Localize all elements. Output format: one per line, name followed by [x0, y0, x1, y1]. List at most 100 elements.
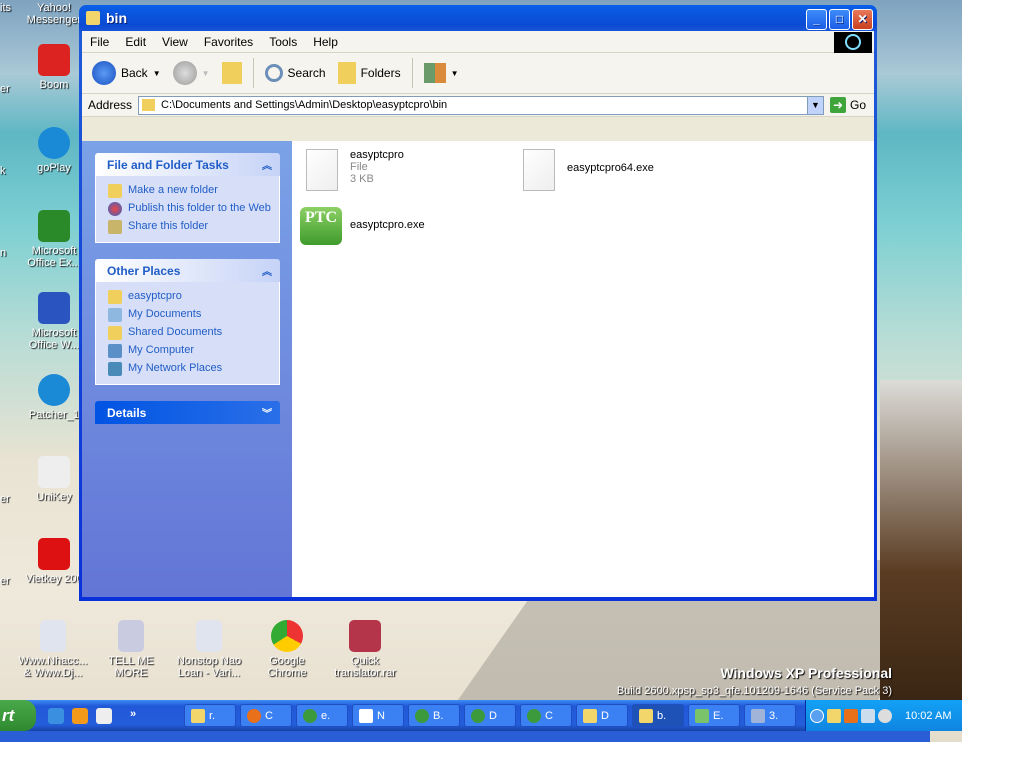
panel-header[interactable]: File and Folder Tasks ︽ [95, 153, 280, 176]
file-item[interactable]: PTC easyptcpro.exe [300, 207, 425, 245]
folders-label: Folders [360, 66, 401, 80]
views-icon [423, 63, 446, 83]
file-list: easyptcpro File 3 KB easyptcpro64.exe PTC … [292, 141, 874, 597]
desktop-icon-chrome[interactable]: Google Chrome [252, 620, 322, 679]
task-share-folder[interactable]: Share this folder [108, 218, 271, 236]
menu-edit[interactable]: Edit [117, 35, 154, 49]
internet-explorer-icon[interactable] [48, 707, 64, 724]
place-easyptcpro[interactable]: easyptcpro [108, 288, 271, 306]
winrar-icon [349, 620, 381, 652]
desktop-icon-tellmemore[interactable]: TELL ME MORE [96, 620, 166, 679]
file-folder-tasks-panel: File and Folder Tasks ︽ Make a new folder… [95, 153, 280, 243]
cut-label: its [0, 2, 11, 14]
up-folder-button[interactable] [218, 62, 246, 84]
tray-expand-icon[interactable] [810, 708, 824, 723]
go-button[interactable]: ➜ Go [824, 97, 874, 113]
task-new-folder[interactable]: Make a new folder [108, 182, 271, 200]
folders-button[interactable]: Folders [334, 62, 405, 84]
start-button[interactable]: rt [0, 700, 36, 731]
file-item[interactable]: easyptcpro File 3 KB [306, 149, 404, 191]
secondary-taskbar-strip [0, 731, 930, 742]
panel-header[interactable]: Details ︾ [95, 401, 280, 424]
task-button[interactable]: D [464, 704, 516, 727]
task-button[interactable]: E. [688, 704, 740, 727]
vietkey-icon [38, 538, 70, 570]
task-button[interactable]: 3. [744, 704, 796, 727]
forward-arrow-icon [172, 61, 197, 85]
quick-launch-more[interactable]: » [130, 708, 136, 724]
minimize-button[interactable]: _ [806, 9, 827, 30]
forward-button[interactable]: ▼ [169, 61, 214, 85]
task-label: C [265, 709, 273, 722]
back-label: Back [121, 66, 148, 80]
expand-chevron-icon[interactable]: ︾ [262, 405, 272, 420]
task-label: Make a new folder [128, 184, 218, 196]
place-shared-documents[interactable]: Shared Documents [108, 324, 271, 342]
menu-view[interactable]: View [154, 35, 196, 49]
os-name: Windows XP Professional [720, 665, 892, 681]
desktop-icon-mp3[interactable]: Www.Nhacc... & Www.Dj... [18, 620, 88, 679]
maximize-button[interactable]: □ [829, 9, 850, 30]
media-player-icon[interactable] [72, 707, 88, 724]
task-button[interactable]: C [240, 704, 292, 727]
views-button[interactable]: ▼ [420, 63, 463, 83]
goplay-icon [38, 127, 70, 159]
firefox-icon [247, 708, 261, 723]
boom-icon [38, 44, 70, 76]
collapse-chevron-icon[interactable]: ︽ [262, 263, 272, 278]
place-my-computer[interactable]: My Computer [108, 342, 271, 360]
place-label: My Documents [128, 308, 202, 320]
place-my-network[interactable]: My Network Places [108, 360, 271, 378]
task-button[interactable]: r. [184, 704, 236, 727]
tray-app-icon[interactable] [844, 708, 858, 723]
task-button[interactable]: D [576, 704, 628, 727]
task-button[interactable]: B. [408, 704, 460, 727]
network-icon[interactable] [861, 708, 875, 723]
mp3-icon [196, 620, 222, 652]
task-button[interactable]: N [352, 704, 404, 727]
file-item[interactable]: easyptcpro64.exe [523, 149, 654, 191]
chrome-icon [303, 708, 317, 723]
os-build: Build 2600.xpsp_sp3_qfe.101209-1646 (Ser… [616, 685, 892, 697]
close-button[interactable]: ✕ [852, 9, 873, 30]
clock[interactable]: 10:02 AM [905, 710, 951, 722]
chrome-icon [415, 708, 429, 723]
place-my-documents[interactable]: My Documents [108, 306, 271, 324]
word-icon [38, 292, 70, 324]
task-label: E. [713, 709, 724, 722]
panel-header[interactable]: Other Places ︽ [95, 259, 280, 282]
task-button[interactable]: C [520, 704, 572, 727]
address-input[interactable]: C:\Documents and Settings\Admin\Desktop\… [138, 95, 824, 115]
search-button[interactable]: Search [261, 64, 330, 82]
menu-help[interactable]: Help [305, 35, 346, 49]
address-bar: Address C:\Documents and Settings\Admin\… [82, 94, 874, 117]
quick-launch: » [36, 707, 184, 724]
menu-favorites[interactable]: Favorites [196, 35, 261, 49]
cut-label: er [0, 83, 10, 95]
share-folder-icon [108, 220, 122, 234]
publish-web-icon [108, 202, 122, 216]
icon-label: TELL ME MORE [108, 655, 154, 679]
back-button[interactable]: Back ▼ [88, 61, 165, 85]
desktop-icon-rar[interactable]: Quick translator.rar [330, 620, 400, 679]
task-button-active[interactable]: b. [632, 704, 684, 727]
calendar-icon[interactable] [96, 707, 112, 724]
tray-app-icon[interactable] [827, 708, 841, 723]
folder-icon [86, 11, 100, 25]
title-bar[interactable]: bin _ □ ✕ [82, 5, 874, 31]
system-tray: 10:02 AM [805, 700, 962, 731]
task-label: C [545, 709, 553, 722]
task-publish-web[interactable]: Publish this folder to the Web [108, 200, 271, 218]
desktop-icon-nonstop[interactable]: Nonstop Nao Loan - Vari... [174, 620, 244, 679]
window-title: bin [106, 10, 127, 26]
task-button[interactable]: e. [296, 704, 348, 727]
address-dropdown-button[interactable]: ▼ [806, 96, 823, 114]
tray-app-icon[interactable] [878, 708, 892, 723]
collapse-chevron-icon[interactable]: ︽ [262, 157, 272, 172]
menu-file[interactable]: File [82, 35, 117, 49]
menu-tools[interactable]: Tools [261, 35, 305, 49]
go-arrow-icon: ➜ [829, 97, 846, 113]
my-documents-icon [108, 308, 122, 322]
icon-label: Www.Nhacc... & Www.Dj... [18, 655, 88, 679]
chrome-icon [527, 708, 541, 723]
